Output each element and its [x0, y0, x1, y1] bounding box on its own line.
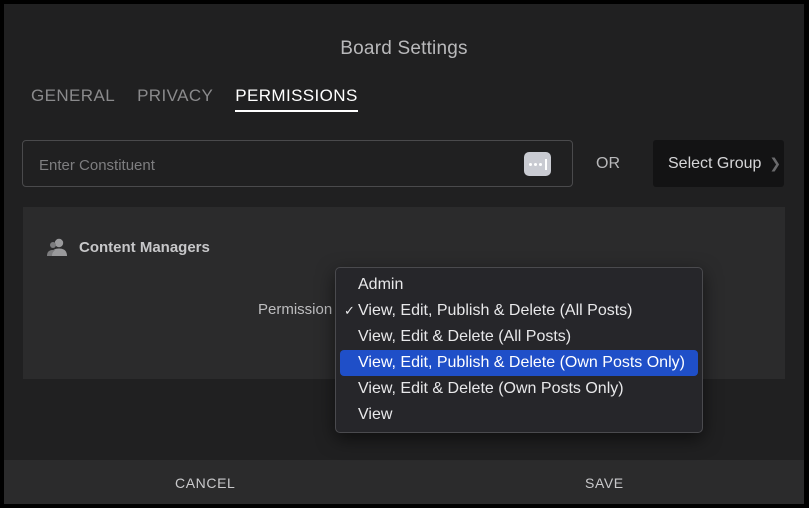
select-group-button[interactable]: Select Group ❯ — [653, 140, 784, 187]
permission-option-all-posts-edit[interactable]: View, Edit & Delete (All Posts) — [340, 324, 698, 350]
permission-option-admin[interactable]: Admin — [340, 272, 698, 298]
user-group-icon — [47, 238, 67, 256]
permission-label: Permission — [258, 301, 333, 318]
option-label: View, Edit, Publish & Delete (Own Posts … — [358, 354, 685, 371]
settings-tabs: GENERAL PRIVACY PERMISSIONS — [31, 86, 358, 112]
tab-general[interactable]: GENERAL — [31, 86, 115, 112]
option-label: Admin — [358, 276, 404, 293]
chevron-right-icon: ❯ — [769, 155, 782, 171]
permission-option-view[interactable]: View — [340, 402, 698, 428]
more-icon[interactable] — [524, 152, 551, 176]
option-label: View, Edit, Publish & Delete (All Posts) — [358, 302, 633, 319]
constituent-field — [22, 140, 573, 187]
option-label: View, Edit & Delete (Own Posts Only) — [358, 380, 624, 397]
tab-permissions[interactable]: PERMISSIONS — [235, 86, 358, 112]
permission-dropdown-menu: Admin ✓ View, Edit, Publish & Delete (Al… — [335, 267, 703, 433]
dialog-footer: CANCEL SAVE — [4, 460, 804, 504]
cancel-button[interactable]: CANCEL — [175, 475, 235, 491]
permission-option-own-posts-edit[interactable]: View, Edit & Delete (Own Posts Only) — [340, 376, 698, 402]
save-button[interactable]: SAVE — [585, 475, 624, 491]
permission-option-all-posts-publish[interactable]: ✓ View, Edit, Publish & Delete (All Post… — [340, 298, 698, 324]
dialog-title: Board Settings — [340, 38, 468, 59]
option-label: View — [358, 406, 393, 423]
content-managers-header: Content Managers — [47, 237, 210, 257]
or-label: OR — [596, 155, 620, 172]
content-managers-title: Content Managers — [79, 238, 210, 256]
tab-privacy[interactable]: PRIVACY — [137, 86, 213, 112]
check-icon: ✓ — [344, 303, 355, 318]
permission-option-own-posts-publish[interactable]: View, Edit, Publish & Delete (Own Posts … — [340, 350, 698, 376]
option-label: View, Edit & Delete (All Posts) — [358, 328, 572, 345]
select-group-label: Select Group — [668, 154, 762, 172]
constituent-input[interactable] — [37, 153, 511, 177]
